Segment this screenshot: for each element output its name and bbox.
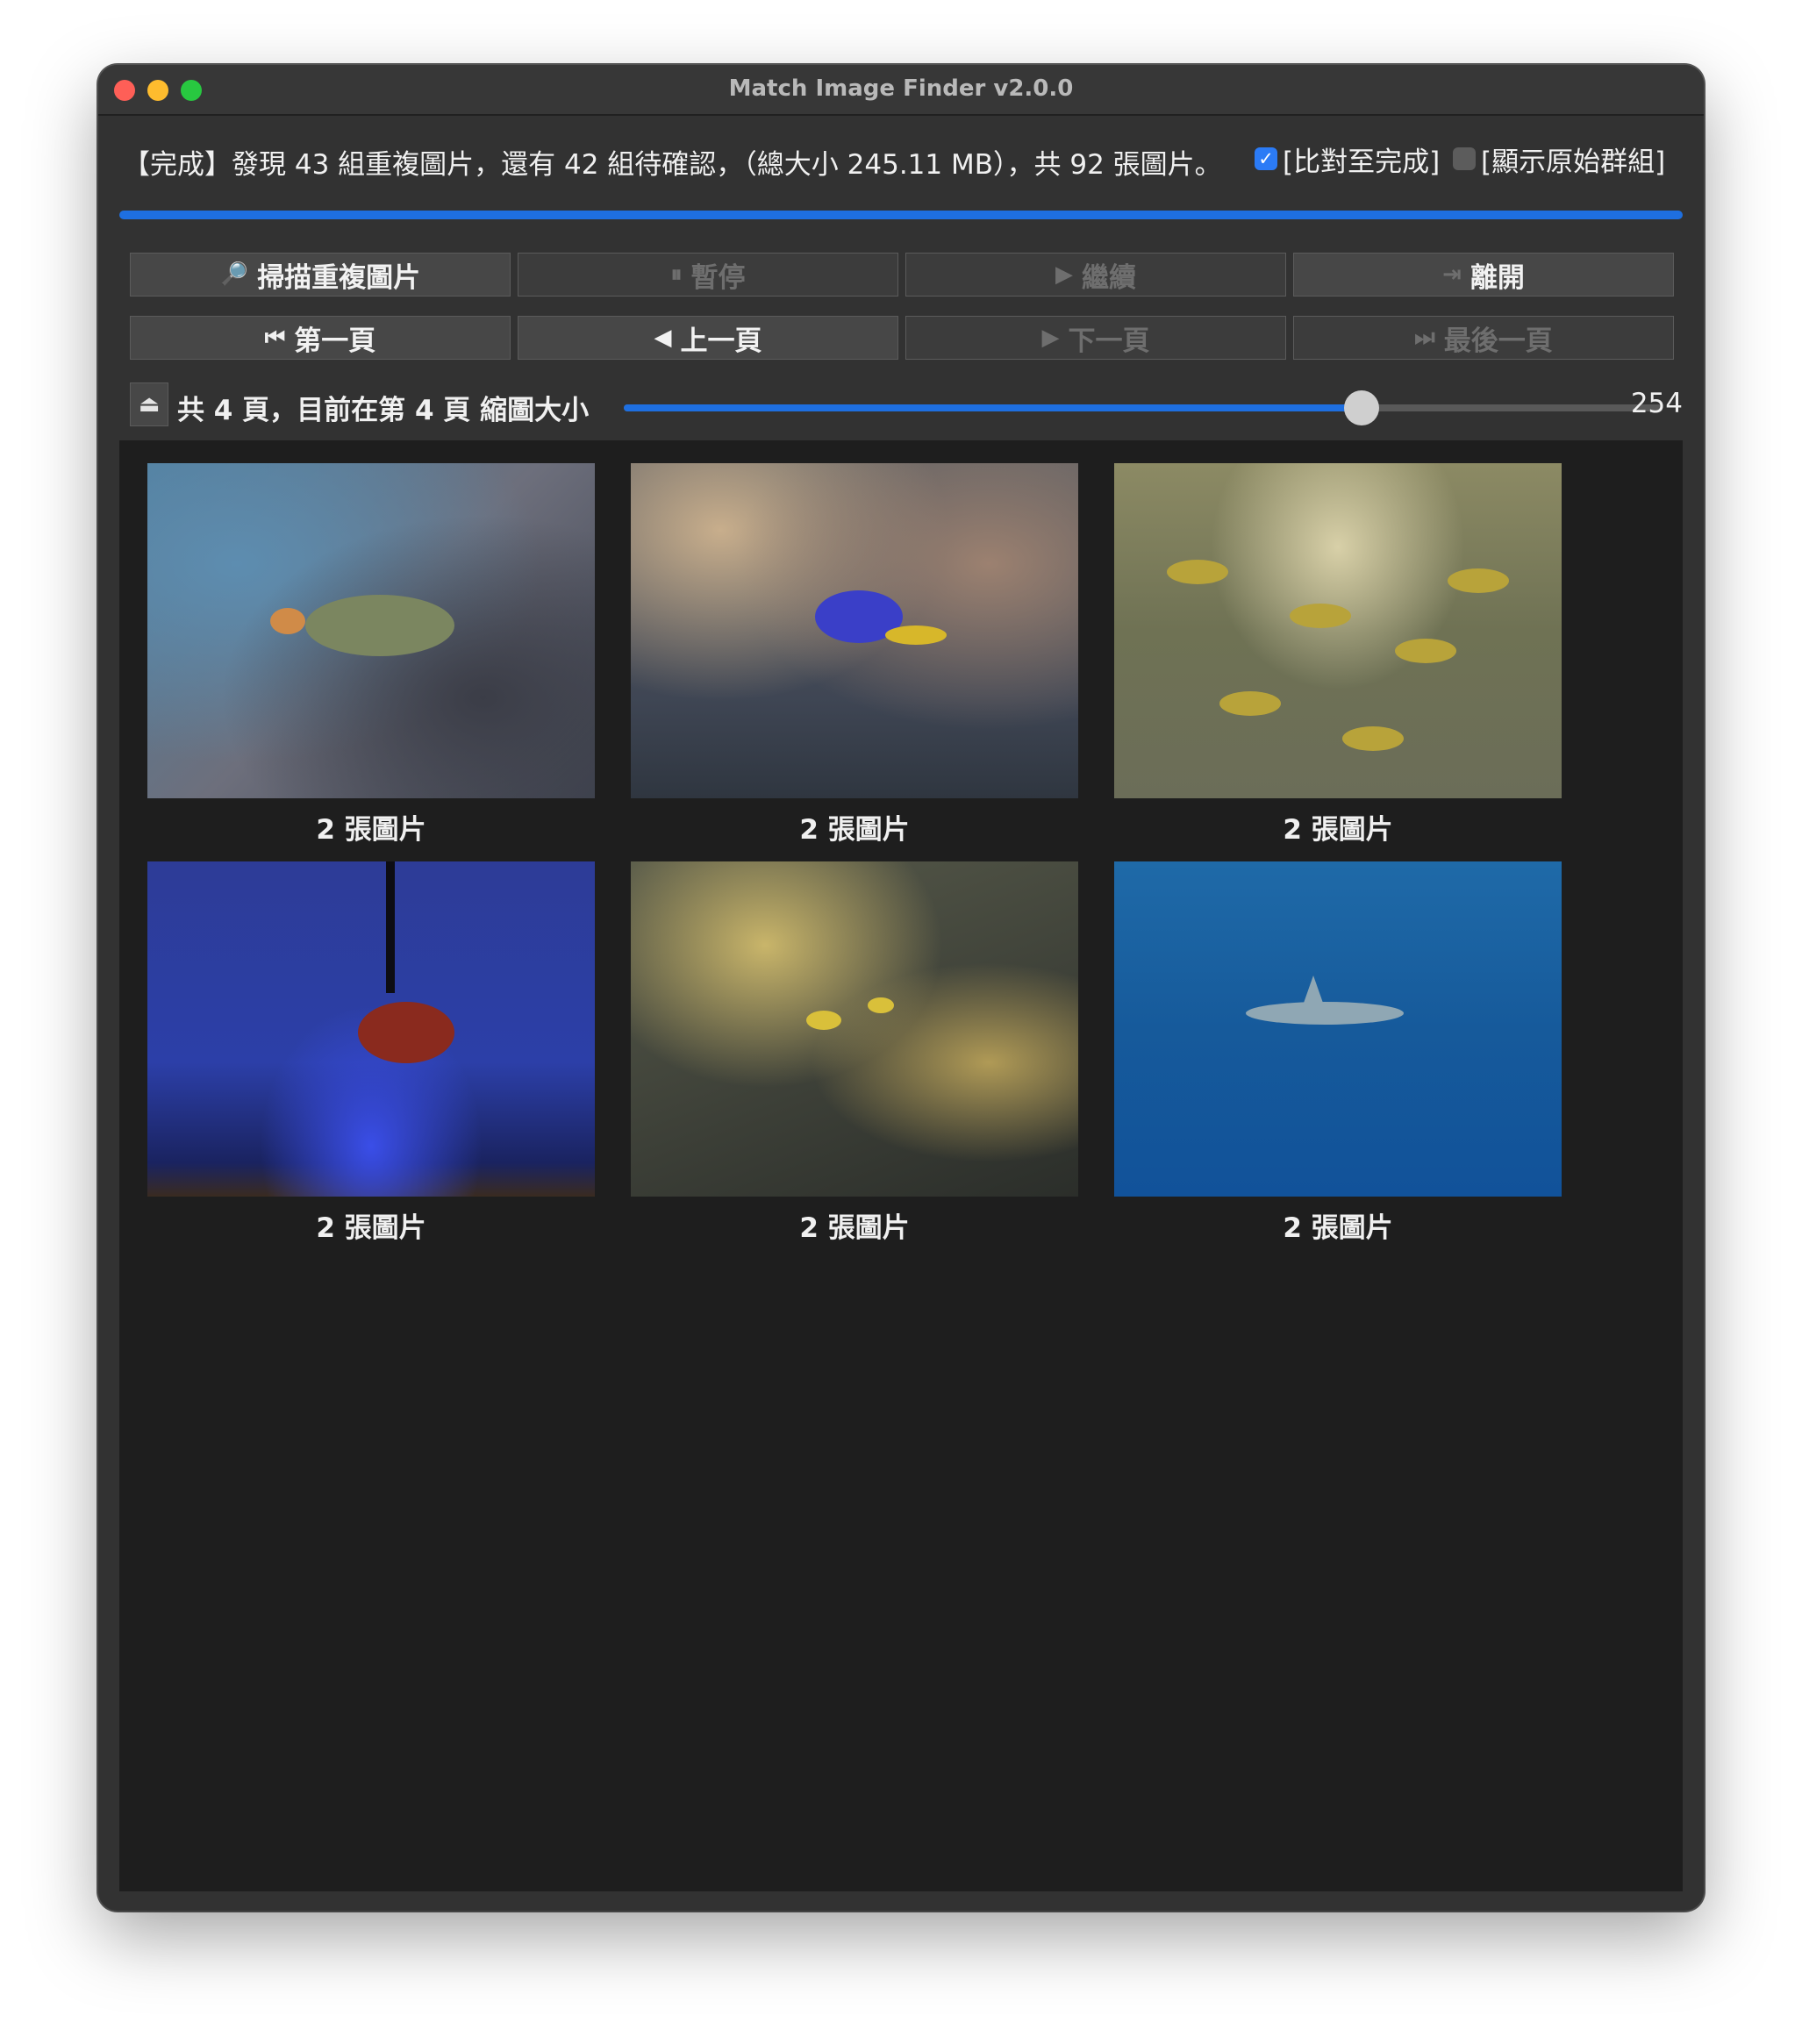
- first-page-button[interactable]: ⏮ 第一頁: [130, 316, 511, 360]
- compare-to-finish-label: [比對至完成]: [1283, 146, 1441, 178]
- slider-fill: [624, 404, 1362, 411]
- yellow-school-fish-photo[interactable]: [1114, 463, 1562, 798]
- thumbnail-gallery: 2 張圖片 2 張圖片 2 張圖片 2 張圖片 2 張圖片 2 張圖片: [119, 440, 1683, 1891]
- pause-label: 暫停: [690, 261, 746, 294]
- previous-page-button[interactable]: ◀ 上一頁: [518, 316, 898, 360]
- last-page-label: 最後一頁: [1443, 325, 1553, 357]
- thumbnail-caption: 2 張圖片: [1283, 1212, 1393, 1244]
- thumbnail-card[interactable]: 2 張圖片: [147, 861, 595, 1245]
- thumbnail-caption: 2 張圖片: [1283, 814, 1393, 846]
- resume-button[interactable]: ▶ 繼續: [905, 253, 1286, 297]
- pause-icon: ⏸: [670, 261, 683, 288]
- thumbnail-caption: 2 張圖片: [799, 1212, 910, 1244]
- thumbnail-caption: 2 張圖片: [316, 1212, 426, 1244]
- reef-yellow-fish-photo[interactable]: [631, 861, 1078, 1197]
- exit-button[interactable]: ⇥ 離開: [1293, 253, 1674, 297]
- compare-to-finish-checkbox[interactable]: ✓ [比對至完成]: [1255, 144, 1440, 178]
- thumbnail-card[interactable]: 2 張圖片: [1114, 861, 1562, 1245]
- parrotfish-photo[interactable]: [147, 463, 595, 798]
- status-message: 【完成】發現 43 組重複圖片，還有 42 組待確認，（總大小 245.11 M…: [123, 149, 1222, 181]
- last-page-button[interactable]: ⏭ 最後一頁: [1293, 316, 1674, 360]
- previous-page-label: 上一頁: [680, 325, 762, 357]
- magnifier-icon: 🔎: [219, 261, 249, 288]
- title-bar: Match Image Finder v2.0.0: [98, 65, 1704, 116]
- app-window: Match Image Finder v2.0.0 【完成】發現 43 組重複圖…: [98, 65, 1704, 1911]
- pause-button[interactable]: ⏸ 暫停: [518, 253, 898, 297]
- triangle-left-icon: ◀: [654, 325, 672, 351]
- page-info: 共 4 頁，目前在第 4 頁 縮圖大小: [177, 388, 589, 427]
- thumbnail-card[interactable]: 2 張圖片: [1114, 463, 1562, 847]
- slider-thumb[interactable]: [1343, 390, 1379, 425]
- thumbnail-caption: 2 張圖片: [316, 814, 426, 846]
- page-status-text: 共 4 頁，目前在第 4 頁: [177, 395, 471, 426]
- progress-bar: [119, 211, 1683, 219]
- triangle-right-icon: ▶: [1041, 325, 1060, 351]
- scan-duplicates-button[interactable]: 🔎 掃描重複圖片: [130, 253, 511, 297]
- window-title: Match Image Finder v2.0.0: [728, 75, 1074, 102]
- status-row: 【完成】發現 43 組重複圖片，還有 42 組待確認，（總大小 245.11 M…: [98, 137, 1704, 182]
- next-page-button[interactable]: ▶ 下一頁: [905, 316, 1286, 360]
- clownfish-tank-photo[interactable]: [147, 861, 595, 1197]
- skip-first-icon: ⏮: [264, 324, 286, 351]
- pager-row: ⏏ 共 4 頁，目前在第 4 頁 縮圖大小 254: [130, 377, 1683, 426]
- resume-label: 繼續: [1082, 261, 1136, 294]
- shark-photo[interactable]: [1114, 861, 1562, 1197]
- next-page-label: 下一頁: [1068, 325, 1150, 357]
- thumb-size-label: 縮圖大小: [480, 395, 590, 426]
- show-original-groups-checkbox[interactable]: [顯示原始群組]: [1453, 144, 1665, 178]
- play-icon: ▶: [1055, 261, 1073, 288]
- skip-last-icon: ⏭: [1414, 324, 1435, 351]
- first-page-label: 第一頁: [294, 325, 376, 357]
- exit-icon: ⇥: [1442, 261, 1462, 288]
- thumbnail-card[interactable]: 2 張圖片: [631, 861, 1078, 1245]
- thumb-size-value: 254: [1630, 388, 1683, 419]
- thumbnail-caption: 2 張圖片: [799, 814, 910, 846]
- scan-duplicates-label: 掃描重複圖片: [257, 261, 421, 294]
- thumbnail-card[interactable]: 2 張圖片: [631, 463, 1078, 847]
- thumb-size-slider[interactable]: [624, 390, 1663, 425]
- eject-icon[interactable]: ⏏: [130, 382, 168, 426]
- unchecked-box-icon[interactable]: [1453, 147, 1476, 170]
- blue-damselfish-photo[interactable]: [631, 463, 1078, 798]
- show-original-groups-label: [顯示原始群組]: [1481, 146, 1666, 178]
- exit-label: 離開: [1469, 261, 1525, 294]
- checkmark-icon[interactable]: ✓: [1255, 147, 1277, 170]
- thumbnail-card[interactable]: 2 張圖片: [147, 463, 595, 847]
